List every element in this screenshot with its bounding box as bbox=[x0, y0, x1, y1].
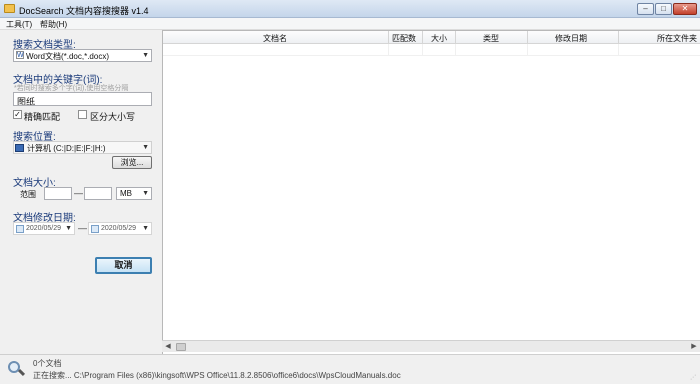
app-icon bbox=[4, 4, 15, 13]
menu-tools[interactable]: 工具(T) bbox=[6, 19, 32, 30]
size-range-label: 范围 bbox=[20, 190, 36, 199]
date-to-picker[interactable]: 2020/05/29 ▼ bbox=[88, 222, 152, 235]
size-unit-select[interactable]: MB ▼ bbox=[116, 187, 152, 200]
cancel-button[interactable]: 取消 bbox=[95, 257, 152, 274]
date-dash: — bbox=[78, 223, 87, 233]
maximize-button[interactable]: □ bbox=[655, 3, 672, 15]
horizontal-scrollbar[interactable]: ◀ ▶ bbox=[162, 340, 700, 352]
exact-match-label: 精确匹配 bbox=[24, 112, 61, 122]
search-progress: 正在搜索... C:\Program Files (x86)\kingsoft\… bbox=[33, 371, 401, 380]
exact-match-checkbox[interactable]: ✓ bbox=[13, 110, 22, 119]
results-header: 文档名 匹配数 大小 类型 修改日期 所在文件夹 bbox=[163, 31, 700, 44]
computer-icon bbox=[15, 144, 24, 152]
result-count: 0个文档 bbox=[33, 359, 62, 368]
results-list[interactable]: 文档名 匹配数 大小 类型 修改日期 所在文件夹 bbox=[162, 30, 700, 354]
doc-type-select[interactable]: W Word文档(*.doc,*.docx) ▼ bbox=[13, 49, 152, 62]
status-bar: 0个文档 正在搜索... C:\Program Files (x86)\king… bbox=[0, 354, 700, 384]
size-dash: — bbox=[74, 188, 83, 198]
title-bar[interactable]: DocSearch 文档内容搜搜器 v1.4 – □ ✕ bbox=[0, 0, 700, 18]
column-header-name[interactable]: 文档名 bbox=[263, 33, 287, 44]
keyword-input[interactable]: 图纸 bbox=[13, 92, 152, 106]
dropdown-arrow-icon: ▼ bbox=[142, 225, 149, 232]
empty-row bbox=[163, 44, 700, 56]
column-header-folder[interactable]: 所在文件夹 bbox=[657, 33, 697, 44]
column-header-matches[interactable]: 匹配数 bbox=[392, 33, 416, 44]
word-file-icon: W bbox=[16, 51, 24, 59]
size-min-input[interactable] bbox=[44, 187, 72, 200]
calendar-icon bbox=[91, 225, 99, 233]
dropdown-arrow-icon: ▼ bbox=[142, 52, 149, 59]
browse-button[interactable]: 浏览... bbox=[112, 156, 152, 169]
window-title: DocSearch 文档内容搜搜器 v1.4 bbox=[19, 6, 149, 16]
minimize-button[interactable]: – bbox=[637, 3, 654, 15]
menu-bar: 工具(T) 帮助(H) bbox=[0, 18, 700, 30]
column-header-modified[interactable]: 修改日期 bbox=[555, 33, 587, 44]
scroll-left-icon[interactable]: ◀ bbox=[162, 342, 174, 352]
scroll-right-icon[interactable]: ▶ bbox=[688, 342, 700, 352]
size-max-input[interactable] bbox=[84, 187, 112, 200]
search-panel: 搜索文档类型: W Word文档(*.doc,*.docx) ▼ 文档中的关键字… bbox=[0, 30, 162, 354]
close-button[interactable]: ✕ bbox=[673, 3, 697, 15]
menu-help[interactable]: 帮助(H) bbox=[40, 19, 67, 30]
date-from-picker[interactable]: 2020/05/29 ▼ bbox=[13, 222, 75, 235]
column-header-size[interactable]: 大小 bbox=[431, 33, 447, 44]
location-value: 计算机 (C:|D:|E:|F:|H:) bbox=[27, 144, 106, 153]
calendar-icon bbox=[16, 225, 24, 233]
case-sensitive-label: 区分大小写 bbox=[90, 112, 136, 122]
scroll-thumb[interactable] bbox=[176, 343, 186, 351]
resize-grip-icon[interactable]: ⋰ bbox=[690, 374, 698, 382]
column-header-type[interactable]: 类型 bbox=[483, 33, 499, 44]
case-sensitive-checkbox[interactable] bbox=[78, 110, 87, 119]
dropdown-arrow-icon: ▼ bbox=[142, 144, 149, 151]
dropdown-arrow-icon: ▼ bbox=[142, 190, 149, 197]
dropdown-arrow-icon: ▼ bbox=[65, 225, 72, 232]
